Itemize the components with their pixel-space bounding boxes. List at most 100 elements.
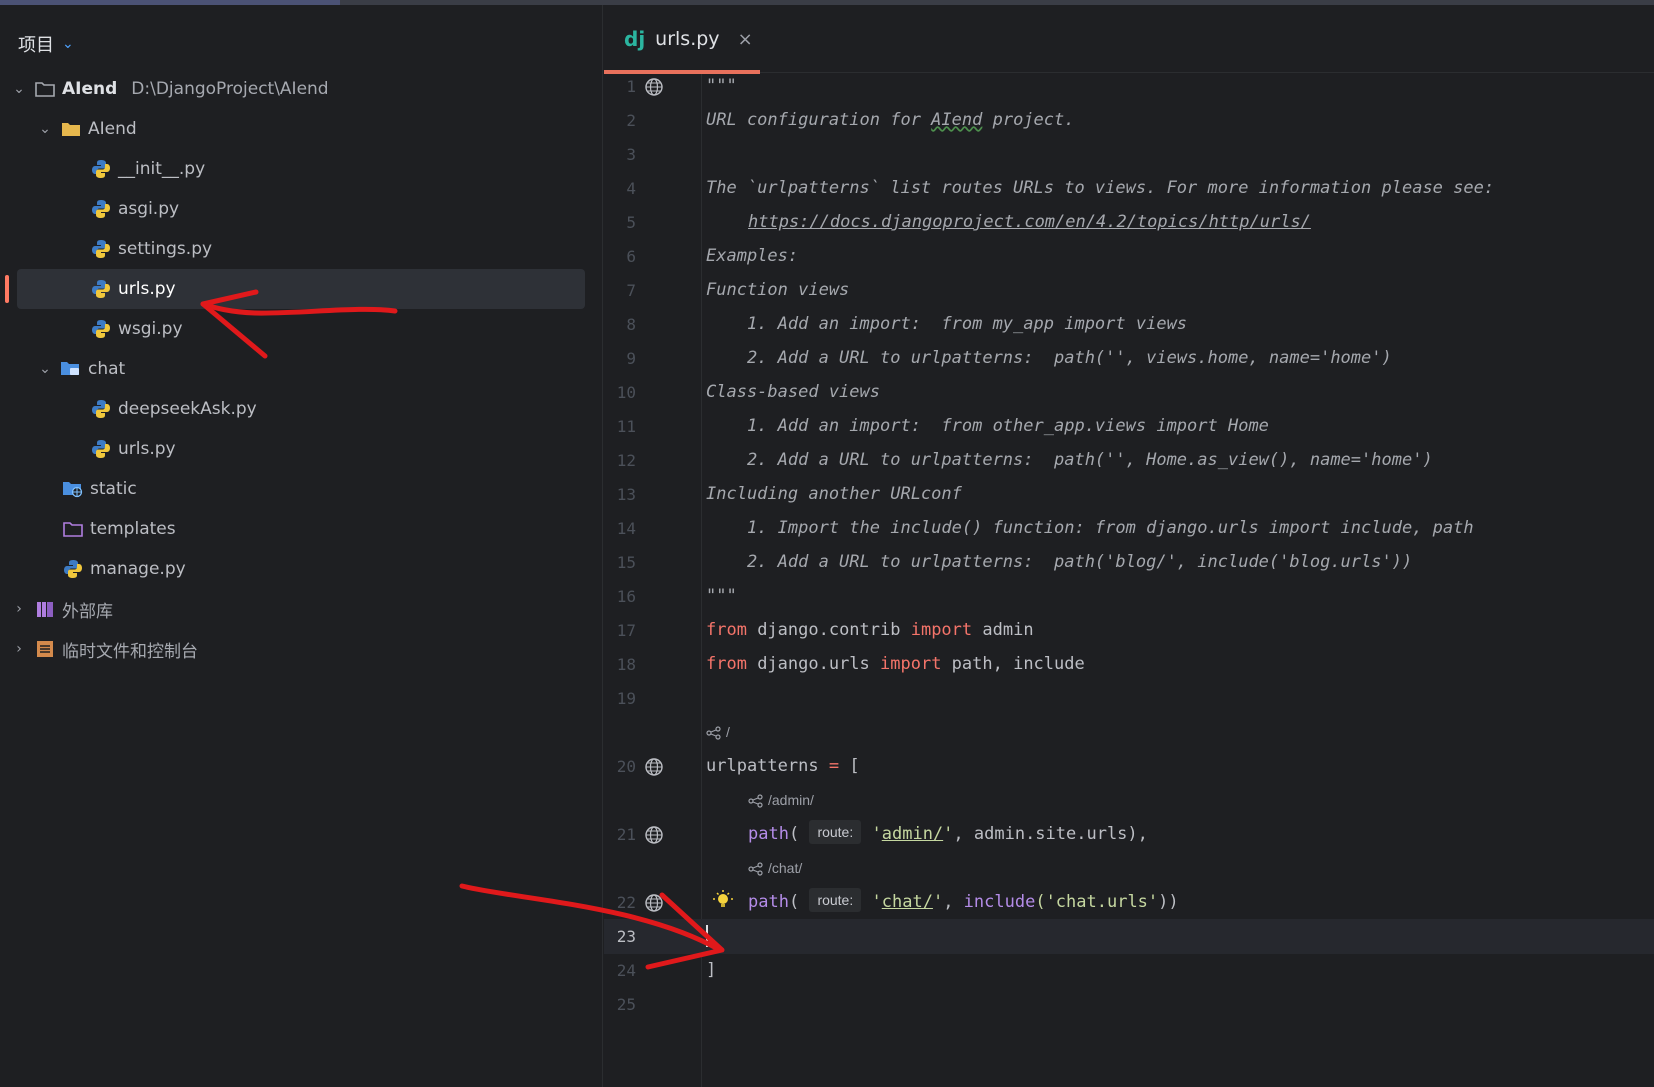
tree-item-file[interactable]: manage.py — [0, 549, 603, 589]
spellcheck-word: AIend — [931, 110, 983, 130]
tree-item-file[interactable]: urls.py — [0, 429, 603, 469]
code-line[interactable]: 1 """ — [604, 69, 1654, 104]
code-line[interactable]: 7 Function views — [604, 273, 1654, 308]
code-line[interactable]: 17 from django.contrib import admin — [604, 613, 1654, 648]
python-file-icon — [90, 278, 112, 300]
library-icon — [34, 598, 56, 620]
string-route[interactable]: chat/ — [882, 892, 933, 912]
code-text: ] — [706, 960, 717, 980]
code-text: 2. Add a URL to urlpatterns: path('', Ho… — [706, 450, 1433, 470]
code-line[interactable]: 19 — [604, 681, 1654, 716]
code-line[interactable]: 22 path( route: 'chat/', include('chat.u… — [604, 885, 1654, 920]
code-text — [706, 919, 708, 954]
code-segment: project. — [982, 110, 1075, 130]
tree-item-file[interactable]: settings.py — [0, 229, 603, 269]
globe-icon[interactable] — [644, 757, 664, 777]
tree-item-project-root[interactable]: ⌄ AIend D:\DjangoProject\AIend — [0, 69, 603, 109]
code-line[interactable]: 6 Examples: — [604, 239, 1654, 274]
globe-icon[interactable] — [644, 893, 664, 913]
line-number: 16 — [616, 587, 636, 606]
tree-item-scratches[interactable]: › 临时文件和控制台 — [0, 629, 603, 669]
line-number: 14 — [616, 519, 636, 538]
chevron-right-icon[interactable]: › — [10, 641, 28, 657]
route-path: /chat/ — [768, 860, 803, 876]
close-icon[interactable]: × — [738, 29, 753, 50]
tree-item-label: 外部库 — [62, 601, 113, 622]
code-line[interactable]: 12 2. Add a URL to urlpatterns: path('',… — [604, 443, 1654, 478]
code-editor[interactable]: dj urls.py × 1 """ 2 URL configuration f… — [604, 5, 1654, 1087]
string-route[interactable]: admin/ — [882, 824, 943, 844]
function-name: path — [748, 824, 789, 844]
tree-item-file[interactable]: __init__.py — [0, 149, 603, 189]
tree-item-templates-folder[interactable]: templates — [0, 509, 603, 549]
route-link-icon — [706, 725, 721, 740]
code-line[interactable]: 8 1. Add an import: from my_app import v… — [604, 307, 1654, 342]
tree-item-label: templates — [90, 519, 176, 539]
code-segment: [ — [839, 756, 860, 776]
tree-item-label: 临时文件和控制台 — [62, 641, 198, 662]
code-line[interactable]: 9 2. Add a URL to urlpatterns: path('', … — [604, 341, 1654, 376]
route-hint[interactable]: /admin/ — [748, 783, 814, 818]
code-line[interactable]: 25 — [604, 987, 1654, 1022]
tree-item-chat-folder[interactable]: ⌄ chat — [0, 349, 603, 389]
route-hint[interactable]: / — [706, 715, 730, 750]
folder-icon — [60, 118, 82, 140]
python-file-icon — [90, 438, 112, 460]
code-line[interactable]: 3 — [604, 137, 1654, 172]
code-segment: path, include — [941, 654, 1085, 674]
code-line[interactable]: 20 urlpatterns = [ — [604, 749, 1654, 784]
chevron-down-icon[interactable]: ⌄ — [36, 361, 54, 377]
tree-item-file-selected[interactable]: urls.py — [0, 269, 603, 309]
code-text: The `urlpatterns` list routes URLs to vi… — [706, 178, 1495, 198]
code-line[interactable]: 24 ] — [604, 953, 1654, 988]
code-line[interactable]: 15 2. Add a URL to urlpatterns: path('bl… — [604, 545, 1654, 580]
docs-link[interactable]: https://docs.djangoproject.com/en/4.2/to… — [748, 212, 1311, 232]
route-hint[interactable]: /chat/ — [748, 851, 802, 886]
lightbulb-icon[interactable] — [712, 889, 734, 911]
code-text: """ — [706, 76, 737, 96]
line-number: 22 — [616, 893, 636, 912]
code-line[interactable]: 5 https://docs.djangoproject.com/en/4.2/… — [604, 205, 1654, 240]
tree-item-label: AIend — [88, 119, 137, 139]
code-line[interactable]: 11 1. Add an import: from other_app.view… — [604, 409, 1654, 444]
web-folder-icon — [62, 478, 84, 500]
code-line[interactable]: 16 """ — [604, 579, 1654, 614]
line-number: 3 — [626, 145, 636, 164]
route-link-icon — [748, 793, 763, 808]
chevron-right-icon[interactable]: › — [10, 601, 28, 617]
code-line[interactable]: 2 URL configuration for AIend project. — [604, 103, 1654, 138]
tree-item-file[interactable]: asgi.py — [0, 189, 603, 229]
function-name: path — [748, 892, 789, 912]
tree-item-file[interactable]: deepseekAsk.py — [0, 389, 603, 429]
line-number: 10 — [616, 383, 636, 402]
python-file-icon — [90, 318, 112, 340]
string-quote: ' — [943, 824, 954, 844]
code-line[interactable]: 14 1. Import the include() function: fro… — [604, 511, 1654, 546]
project-panel-header[interactable]: 项目 ⌄ — [18, 29, 74, 59]
code-segment: )) — [1158, 892, 1179, 912]
code-line-current[interactable]: 23 — [604, 919, 1654, 954]
tree-item-aiend-folder[interactable]: ⌄ AIend — [0, 109, 603, 149]
code-line[interactable]: 4 The `urlpatterns` list routes URLs to … — [604, 171, 1654, 206]
python-file-icon — [90, 158, 112, 180]
code-line[interactable]: 18 from django.urls import path, include — [604, 647, 1654, 682]
code-line[interactable]: 10 Class-based views — [604, 375, 1654, 410]
line-number: 5 — [626, 213, 636, 232]
code-text: Function views — [706, 280, 850, 300]
code-line[interactable]: 13 Including another URLconf — [604, 477, 1654, 512]
code-line[interactable]: 21 path( route: 'admin/', admin.site.url… — [604, 817, 1654, 852]
chevron-down-icon[interactable]: ⌄ — [10, 81, 28, 97]
globe-icon[interactable] — [644, 825, 664, 845]
tree-item-static-folder[interactable]: static — [0, 469, 603, 509]
tree-item-external-libraries[interactable]: › 外部库 — [0, 589, 603, 629]
chevron-down-icon[interactable]: ⌄ — [62, 36, 74, 52]
tree-item-label: asgi.py — [118, 199, 180, 219]
chevron-down-icon[interactable]: ⌄ — [36, 121, 54, 137]
function-name: include — [963, 892, 1036, 912]
globe-icon[interactable] — [644, 77, 664, 97]
package-folder-icon — [60, 358, 82, 380]
code-text: urlpatterns = [ — [706, 749, 860, 784]
tab-urls-py[interactable]: dj urls.py × — [604, 5, 760, 74]
tree-item-file[interactable]: wsgi.py — [0, 309, 603, 349]
code-segment: django.contrib — [746, 620, 911, 640]
